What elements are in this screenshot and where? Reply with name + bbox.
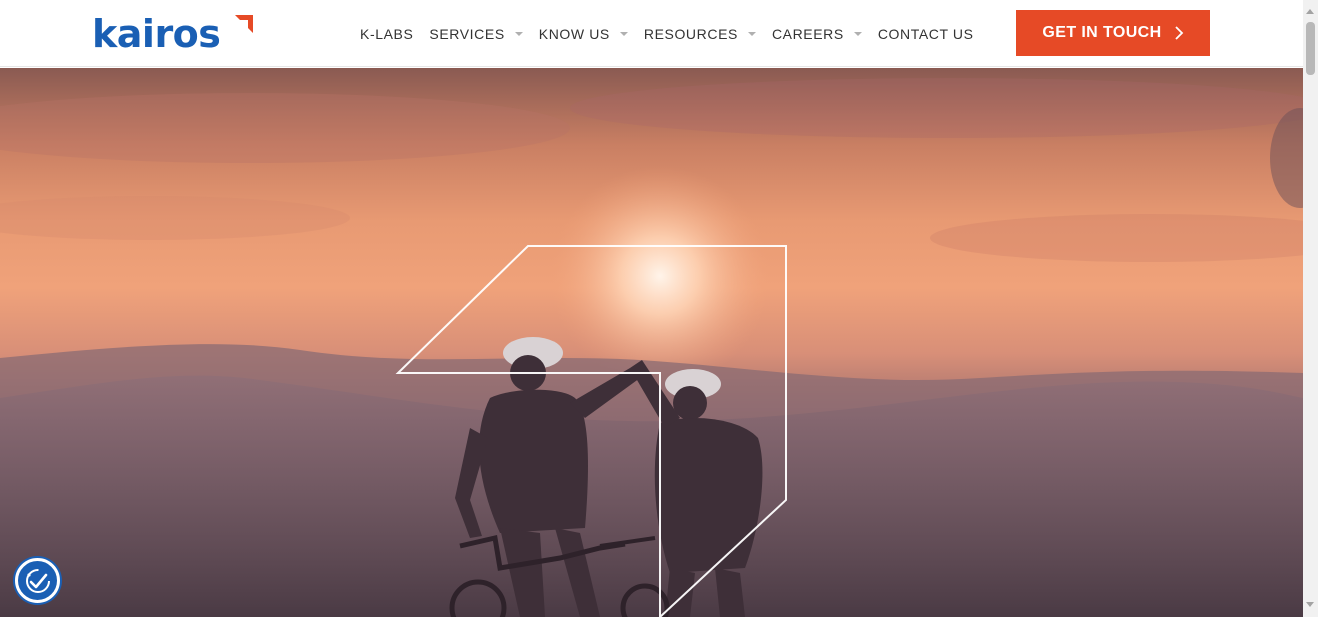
main-nav: K-LABS SERVICES KNOW US RESOURCES CAREER… xyxy=(360,0,990,67)
caret-down-icon xyxy=(619,32,628,36)
nav-item-services[interactable]: SERVICES xyxy=(429,25,523,42)
scroll-up-icon[interactable] xyxy=(1306,9,1314,14)
nav-label: CAREERS xyxy=(771,25,844,42)
nav-label: RESOURCES xyxy=(643,25,738,42)
chevron-right-icon xyxy=(1174,26,1183,40)
hero-image xyxy=(0,78,1303,617)
cta-label: GET IN TOUCH xyxy=(1042,24,1162,41)
nav-item-contact-us[interactable]: CONTACT US xyxy=(878,26,974,42)
nav-label: KNOW US xyxy=(538,25,610,42)
nav-label: CONTACT US xyxy=(877,25,974,42)
logo-arrow-icon xyxy=(235,15,253,33)
get-in-touch-button[interactable]: GET IN TOUCH xyxy=(1016,10,1210,56)
nav-item-careers[interactable]: CAREERS xyxy=(772,26,862,42)
nav-label: SERVICES xyxy=(429,25,505,42)
accessibility-button[interactable] xyxy=(15,558,60,603)
kairos-logo[interactable]: kairos xyxy=(92,10,258,58)
scroll-thumb[interactable] xyxy=(1306,22,1315,75)
nav-item-k-labs[interactable]: K-LABS xyxy=(360,26,413,42)
caret-down-icon xyxy=(514,32,523,36)
nav-item-resources[interactable]: RESOURCES xyxy=(644,26,756,42)
nav-item-know-us[interactable]: KNOW US xyxy=(539,26,628,42)
page-scrollbar[interactable] xyxy=(1303,0,1318,617)
hero-banner xyxy=(0,68,1303,617)
site-header: kairos K-LABS SERVICES KNOW US RESOURCES… xyxy=(0,0,1303,67)
nav-label: K-LABS xyxy=(360,25,414,42)
scroll-down-icon[interactable] xyxy=(1306,602,1314,607)
caret-down-icon xyxy=(747,32,756,36)
logo-wordmark: kairos xyxy=(92,12,221,56)
caret-down-icon xyxy=(853,32,862,36)
accessibility-icon xyxy=(25,568,50,593)
